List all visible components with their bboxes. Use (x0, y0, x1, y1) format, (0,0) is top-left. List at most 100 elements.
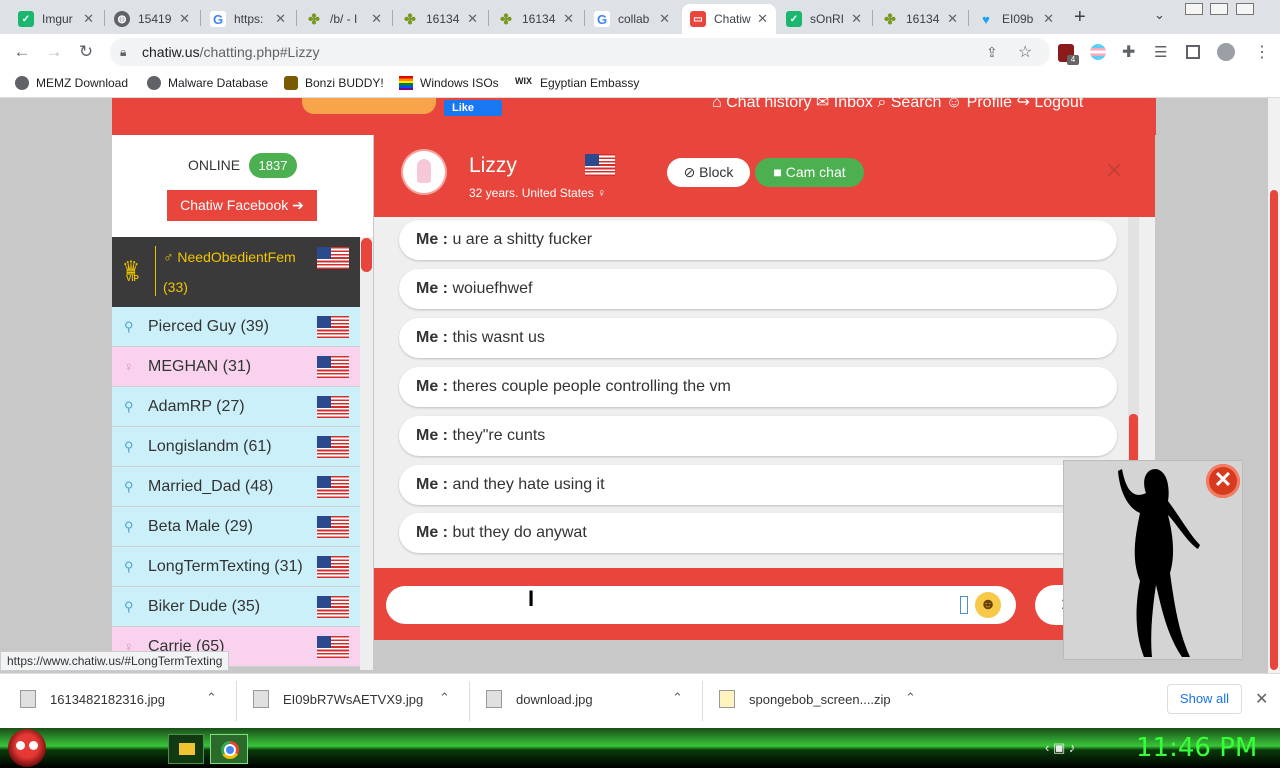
close-downloads-icon[interactable]: ✕ (1255, 689, 1268, 709)
lock-icon[interactable]: 🔒︎ (120, 45, 130, 59)
vip-user-name: ♂ NeedObedientFem (163, 249, 296, 265)
system-tray[interactable]: ‹ ▣ ♪ (1045, 740, 1075, 756)
extension-badge: 4 (1067, 55, 1079, 65)
user-list-scrollbar[interactable] (360, 237, 373, 670)
flag-extension-icon[interactable] (1090, 44, 1106, 60)
chrome-taskbar-icon[interactable] (210, 734, 248, 764)
sidepanel-icon[interactable] (1186, 45, 1200, 59)
download-item[interactable]: download.jpg (486, 690, 593, 708)
partner-avatar[interactable] (403, 151, 445, 193)
url-path: /chatting.php#Lizzy (199, 44, 320, 60)
close-window-icon[interactable] (1236, 3, 1254, 15)
tab-twitter[interactable]: ♥ EI09b ✕ (970, 4, 1062, 34)
user-row[interactable]: ⚲ Beta Male (29) (112, 507, 360, 547)
cam-chat-button[interactable]: ■ Cam chat (755, 158, 864, 187)
file-explorer-icon[interactable] (168, 734, 204, 764)
bookmark-egyptian-embassy[interactable]: WIX Egyptian Embassy (515, 76, 639, 90)
facebook-like-button[interactable]: Like (444, 100, 502, 116)
female-avatar-icon (417, 159, 431, 183)
user-row[interactable]: ⚲ AdamRP (27) (112, 387, 360, 427)
minimize-icon[interactable] (1185, 3, 1203, 15)
message-input[interactable] (386, 586, 1016, 624)
tab-16134-a[interactable]: ✤ 16134 ✕ (394, 4, 486, 34)
user-row[interactable]: ⚲ Biker Dude (35) (112, 587, 360, 627)
chat-message: Me : theres couple people controlling th… (399, 367, 1117, 407)
bookmark-malware-database[interactable]: Malware Database (147, 76, 268, 90)
status-url-bubble: https://www.chatiw.us/#LongTermTexting (0, 651, 230, 671)
tab-close-icon[interactable]: ✕ (947, 11, 958, 27)
tab-close-icon[interactable]: ✕ (563, 11, 574, 27)
tab-close-icon[interactable]: ✕ (659, 11, 670, 27)
tab-search-chevron-icon[interactable]: ⌄ (1154, 7, 1165, 23)
nav-pill-button[interactable] (302, 98, 436, 114)
puzzle-extensions-icon[interactable]: ✚ (1122, 42, 1135, 62)
site-nav-links[interactable]: ⌂ Chat history ✉ Inbox ⌕ Search ☺ Profil… (712, 92, 1083, 112)
chevron-up-icon[interactable]: ⌃ (206, 690, 217, 706)
angry-bird-start-icon[interactable] (8, 729, 46, 767)
clover-favicon-icon: ✤ (404, 10, 416, 27)
star-icon[interactable]: ☆ (1018, 42, 1032, 62)
male-icon: ⚲ (124, 518, 134, 534)
tab-close-icon[interactable]: ✕ (467, 11, 478, 27)
more-menu-icon[interactable]: ⋮ (1254, 42, 1270, 62)
restore-icon[interactable] (1210, 3, 1228, 15)
bookmark-bonzi-buddy[interactable]: Bonzi BUDDY! (284, 76, 384, 90)
back-arrow-icon[interactable]: ← (12, 42, 32, 62)
clover-favicon-icon: ✤ (308, 10, 320, 27)
reload-icon[interactable]: ↻ (76, 42, 96, 62)
tab-close-icon[interactable]: ✕ (275, 11, 286, 27)
profile-avatar-icon[interactable] (1217, 43, 1235, 61)
tab-16134-c[interactable]: ✤ 16134 ✕ (874, 4, 966, 34)
chevron-up-icon[interactable]: ⌃ (439, 690, 450, 706)
tab-chatiw[interactable]: ▭ Chatiw ✕ (682, 4, 776, 34)
tab-16134-b[interactable]: ✤ 16134 ✕ (490, 4, 582, 34)
us-flag-icon (317, 556, 349, 578)
chevron-up-icon[interactable]: ⌃ (905, 690, 916, 706)
close-popup-icon[interactable]: ✕ (1206, 464, 1240, 498)
online-count-badge: 1837 (249, 153, 297, 178)
tab-close-icon[interactable]: ✕ (371, 11, 382, 27)
tab-close-icon[interactable]: ✕ (83, 11, 94, 27)
image-file-icon (486, 690, 502, 708)
tab-4chan-b[interactable]: ✤/b/ - I ✕ (298, 4, 390, 34)
tab-google[interactable]: Ghttps: ✕ (202, 4, 294, 34)
tab-imgur[interactable]: ✓ Imgur ✕ (10, 4, 102, 34)
download-item[interactable]: spongebob_screen....zip (719, 690, 891, 708)
taskbar-clock[interactable]: 11:46 PM (1136, 733, 1257, 763)
tab-close-icon[interactable]: ✕ (1043, 11, 1054, 27)
vip-badge: VIP (126, 274, 139, 283)
tab-15419[interactable]: ◍ 15419 ✕ (106, 4, 198, 34)
chevron-up-icon[interactable]: ⌃ (672, 690, 683, 706)
user-row[interactable]: ⚲ Married_Dad (48) (112, 467, 360, 507)
chatiw-facebook-button[interactable]: Chatiw Facebook ➔ (167, 190, 317, 221)
tab-sonri[interactable]: ✓ sOnRI ✕ (778, 4, 870, 34)
tab-close-icon[interactable]: ✕ (851, 11, 862, 27)
user-list-scrollbar-thumb[interactable] (361, 238, 372, 272)
media-control-icon[interactable]: ☰ (1154, 43, 1167, 61)
online-label: ONLINE (188, 157, 241, 173)
user-row[interactable]: ⚲ Pierced Guy (39) (112, 307, 360, 347)
us-flag-icon (317, 596, 349, 618)
show-all-downloads-button[interactable]: Show all (1167, 684, 1242, 714)
url-text[interactable]: chatiw.us/chatting.php#Lizzy (142, 44, 319, 60)
globe-icon (147, 76, 161, 90)
user-row[interactable]: ⚲ LongTermTexting (31) (112, 547, 360, 587)
text-caret (960, 596, 968, 614)
share-icon[interactable]: ⇪ (986, 44, 998, 61)
forward-arrow-icon[interactable]: → (44, 42, 64, 62)
user-row[interactable]: ♀ MEGHAN (31) (112, 347, 360, 387)
male-icon: ⚲ (124, 478, 134, 494)
tab-close-icon[interactable]: ✕ (179, 11, 190, 27)
bookmark-memz[interactable]: MEMZ Download (15, 76, 128, 90)
tab-close-icon[interactable]: ✕ (757, 11, 768, 27)
download-item[interactable]: EI09bR7WsAETVX9.jpg (253, 690, 423, 708)
user-row[interactable]: ⚲ Longislandm (61) (112, 427, 360, 467)
bookmark-windows-isos[interactable]: Windows ISOs (399, 76, 499, 90)
close-chat-icon[interactable]: ✕ (1105, 158, 1123, 184)
new-tab-icon[interactable]: + (1074, 6, 1086, 29)
download-item[interactable]: 1613482182316.jpg (20, 690, 165, 708)
tab-collab[interactable]: Gcollab ✕ (586, 4, 678, 34)
emoji-picker-icon[interactable]: ☻ (975, 592, 1001, 618)
page-scrollbar-thumb[interactable] (1270, 190, 1278, 670)
block-button[interactable]: ⊘ Block (667, 158, 750, 187)
